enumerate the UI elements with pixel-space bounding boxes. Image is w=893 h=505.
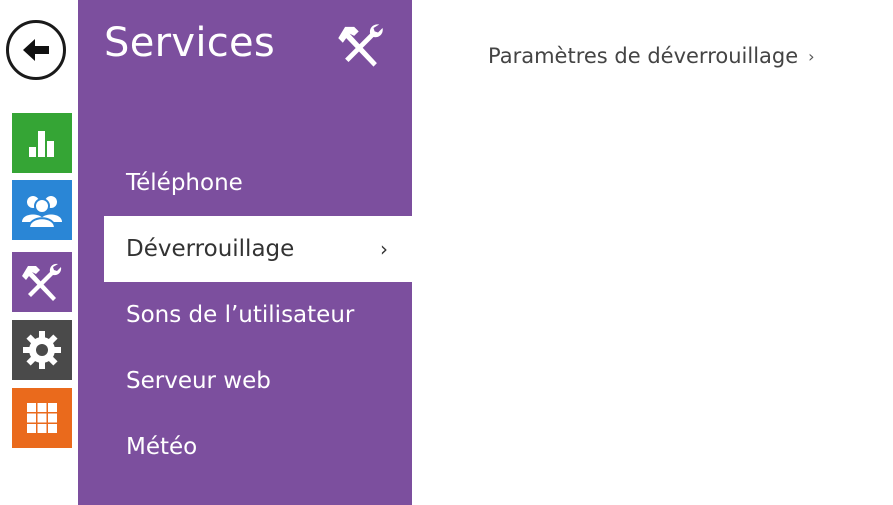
- chevron-right-icon: ›: [808, 46, 815, 66]
- grid-icon: [27, 403, 57, 433]
- menu-item-label: Téléphone: [126, 170, 243, 196]
- services-panel: Services Téléphone Déverrouillage › Sons…: [78, 0, 412, 505]
- menu-item-serveur-web[interactable]: Serveur web: [78, 348, 412, 414]
- nav-tile-users[interactable]: [12, 180, 72, 240]
- tools-icon: [338, 24, 383, 67]
- unlock-settings-link[interactable]: Paramètres de déverrouillage ›: [488, 44, 815, 68]
- chevron-right-icon: ›: [380, 237, 388, 261]
- nav-tile-settings[interactable]: [12, 320, 72, 380]
- services-menu: Téléphone Déverrouillage › Sons de l’uti…: [78, 150, 412, 480]
- panel-title: Services: [104, 20, 276, 66]
- menu-item-label: Météo: [126, 434, 198, 460]
- menu-item-meteo[interactable]: Météo: [78, 414, 412, 480]
- app-root: Services Téléphone Déverrouillage › Sons…: [0, 0, 893, 505]
- menu-item-deverrouillage[interactable]: Déverrouillage ›: [104, 216, 412, 282]
- nav-tile-status[interactable]: [12, 113, 72, 173]
- gear-icon: [23, 331, 61, 369]
- menu-item-label: Déverrouillage: [126, 236, 295, 262]
- bar-chart-icon: [29, 131, 54, 157]
- nav-tile-apps[interactable]: [12, 388, 72, 448]
- nav-tile-services[interactable]: [12, 252, 72, 312]
- unlock-settings-label: Paramètres de déverrouillage: [488, 44, 799, 68]
- back-button[interactable]: [6, 20, 66, 80]
- tools-icon: [22, 263, 62, 301]
- arrow-left-icon: [23, 39, 49, 61]
- menu-item-telephone[interactable]: Téléphone: [78, 150, 412, 216]
- menu-item-label: Sons de l’utilisateur: [126, 302, 355, 328]
- users-icon: [22, 196, 62, 229]
- menu-item-label: Serveur web: [126, 368, 271, 394]
- menu-item-sons-utilisateur[interactable]: Sons de l’utilisateur: [78, 282, 412, 348]
